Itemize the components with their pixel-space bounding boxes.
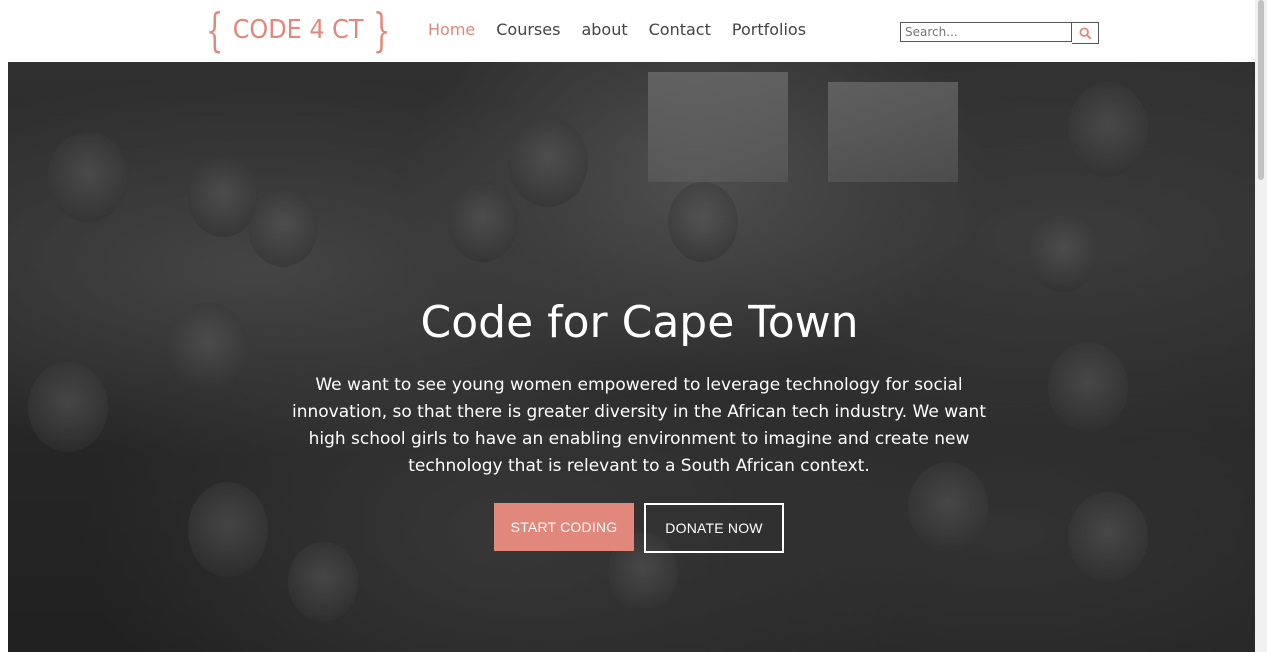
hero-banner: Code for Cape Town We want to see young … [8, 62, 1255, 652]
site-header: { CODE 4 CT } Home Courses about Contact… [0, 0, 1267, 62]
nav-item-courses[interactable]: Courses [496, 20, 560, 39]
main-nav: Home Courses about Contact Portfolios [428, 20, 827, 39]
hero-title: Code for Cape Town [420, 297, 859, 348]
search-form [900, 22, 1099, 44]
donate-now-button[interactable]: DONATE NOW [644, 503, 784, 553]
page-scrollbar[interactable] [1255, 0, 1267, 652]
logo-text: CODE 4 CT [232, 15, 364, 45]
search-input[interactable] [900, 22, 1072, 42]
start-coding-button[interactable]: START CODING [494, 503, 634, 551]
search-button[interactable] [1072, 22, 1099, 44]
hero-description: We want to see young women empowered to … [292, 375, 986, 476]
nav-item-portfolios[interactable]: Portfolios [732, 20, 806, 39]
logo-open-brace: { [205, 3, 224, 57]
nav-item-about[interactable]: about [581, 20, 627, 39]
scrollbar-thumb[interactable] [1258, 0, 1264, 180]
site-logo[interactable]: { CODE 4 CT } [200, 0, 397, 60]
nav-item-contact[interactable]: Contact [649, 20, 711, 39]
nav-item-home[interactable]: Home [428, 20, 475, 39]
hero-overlay [8, 62, 1255, 652]
search-icon [1078, 26, 1092, 40]
logo-close-brace: } [373, 3, 391, 57]
